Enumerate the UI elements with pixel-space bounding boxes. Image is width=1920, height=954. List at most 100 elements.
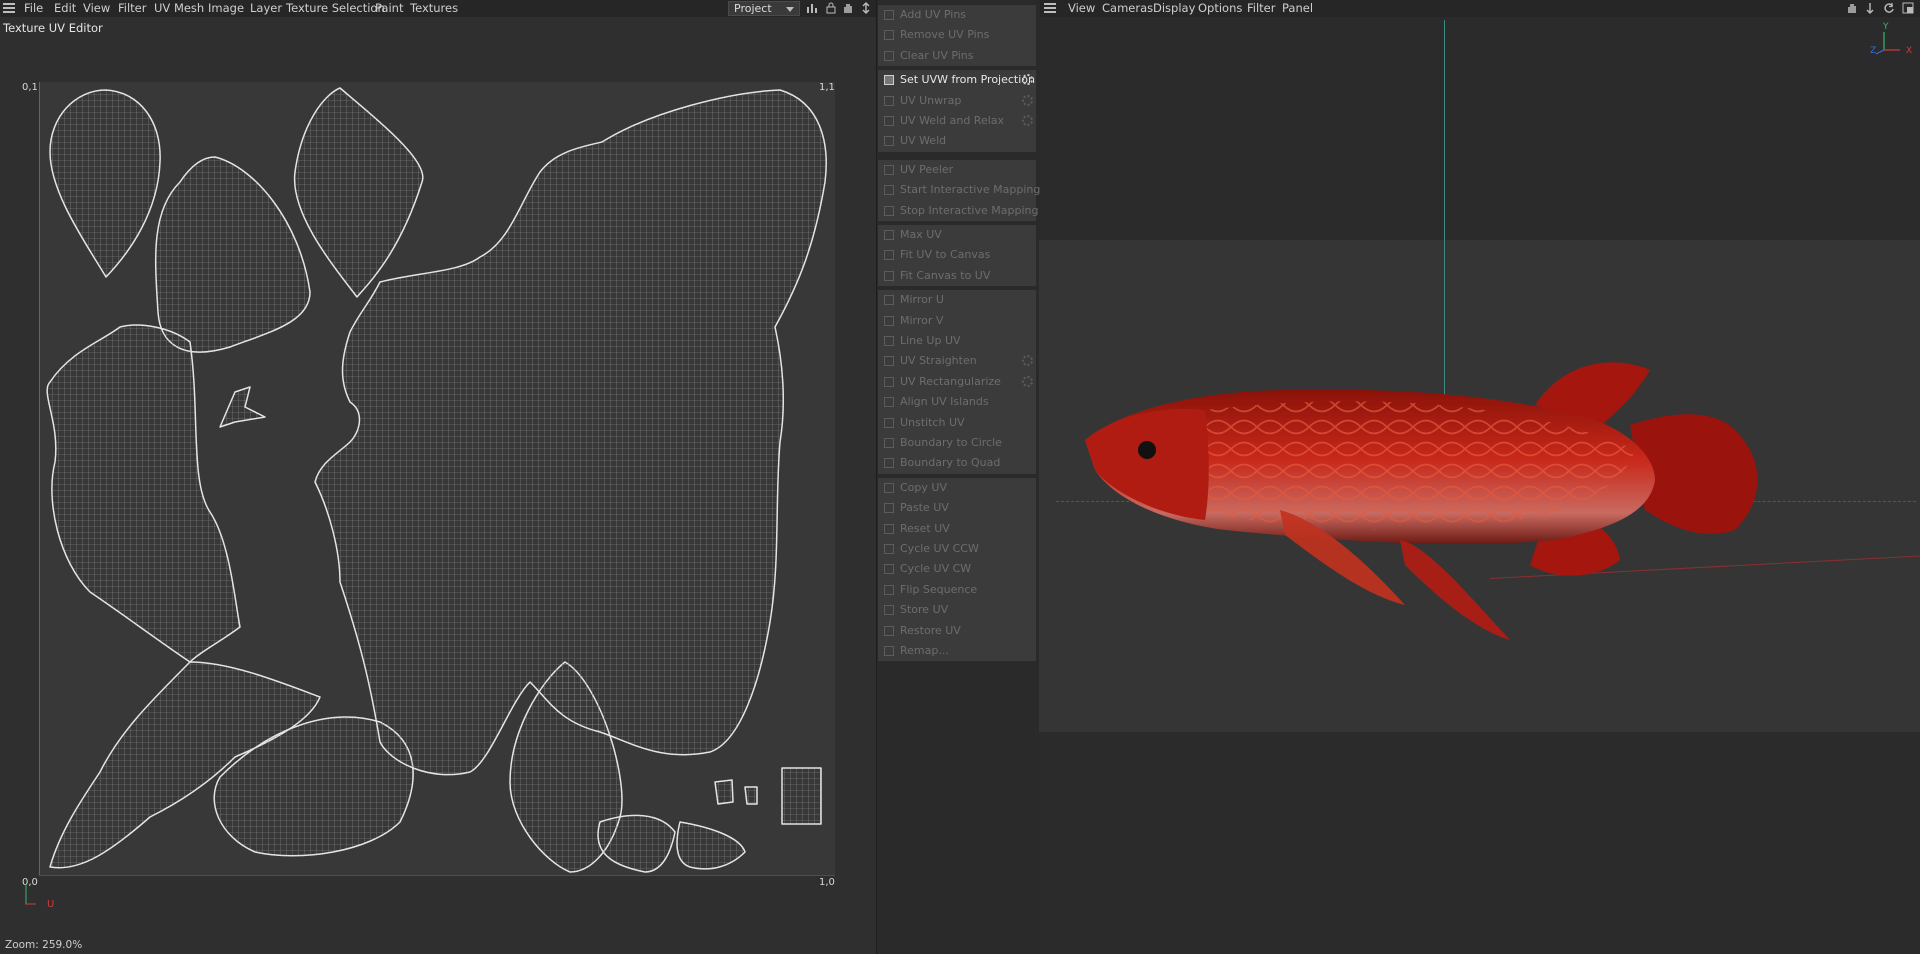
unstitch-uv-icon — [884, 417, 894, 428]
command-fit-uv-to-canvas[interactable]: Fit UV to Canvas — [878, 245, 1036, 265]
gear-icon[interactable] — [1022, 355, 1033, 367]
command-fit-canvas-to-uv[interactable]: Fit Canvas to UV — [878, 266, 1036, 286]
pan-hand-icon[interactable] — [842, 2, 854, 14]
fit-canvas-to-uv-icon — [884, 270, 894, 281]
menu-cameras[interactable]: Cameras — [1102, 1, 1153, 15]
menu-filter[interactable]: Filter — [118, 1, 146, 15]
command-label: Clear UV Pins — [900, 48, 974, 62]
command-reset-uv[interactable]: Reset UV — [878, 519, 1036, 539]
menu-paint[interactable]: Paint — [375, 1, 403, 15]
command-mirror-v[interactable]: Mirror V — [878, 311, 1036, 331]
command-label: UV Straighten — [900, 354, 977, 368]
command-paste-uv[interactable]: Paste UV — [878, 498, 1036, 518]
clear-uv-pins-icon — [884, 50, 894, 61]
gear-icon[interactable] — [1022, 94, 1033, 106]
command-add-uv-pins[interactable]: Add UV Pins — [878, 5, 1036, 25]
histogram-icon[interactable] — [806, 2, 818, 14]
command-boundary-to-quad[interactable]: Boundary to Quad — [878, 453, 1036, 473]
command-align-uv-islands[interactable]: Align UV Islands — [878, 392, 1036, 412]
command-unstitch-uv[interactable]: Unstitch UV — [878, 413, 1036, 433]
fit-uv-to-canvas-icon — [884, 250, 894, 261]
paste-uv-icon — [884, 503, 894, 514]
command-uv-weld-and-relax[interactable]: UV Weld and Relax — [878, 111, 1036, 131]
uv-island[interactable] — [46, 324, 241, 663]
gear-icon[interactable] — [1022, 114, 1033, 126]
command-store-uv[interactable]: Store UV — [878, 600, 1036, 620]
command-cycle-uv-ccw[interactable]: Cycle UV CCW — [878, 539, 1036, 559]
command-remap[interactable]: Remap... — [878, 641, 1036, 661]
command-flip-sequence[interactable]: Flip Sequence — [878, 580, 1036, 600]
menu-image[interactable]: Image — [208, 1, 244, 15]
command-uv-unwrap[interactable]: UV Unwrap — [878, 91, 1036, 111]
command-line-up-uv[interactable]: Line Up UV — [878, 331, 1036, 351]
command-start-interactive-mapping[interactable]: Start Interactive Mapping — [878, 180, 1040, 200]
command-uv-weld[interactable]: UV Weld — [878, 131, 1036, 151]
command-restore-uv[interactable]: Restore UV — [878, 621, 1036, 641]
command-group: Add UV Pins Remove UV Pins Clear UV Pins — [878, 5, 1036, 67]
zoom-arrows-icon[interactable] — [860, 2, 872, 14]
menu-texture-selection[interactable]: Texture Selection — [286, 1, 385, 15]
command-copy-uv[interactable]: Copy UV — [878, 478, 1036, 498]
uv-editor-title: Texture UV Editor — [3, 21, 103, 35]
gear-icon[interactable] — [1022, 375, 1033, 387]
maximize-panel-icon[interactable] — [1902, 2, 1914, 14]
menu-uv-mesh[interactable]: UV Mesh — [154, 1, 204, 15]
uv-islands[interactable] — [40, 82, 835, 875]
uv-island[interactable] — [781, 767, 822, 825]
fish-eye — [1138, 441, 1156, 459]
line-up-uv-icon — [884, 335, 894, 346]
command-stop-interactive-mapping[interactable]: Stop Interactive Mapping — [878, 201, 1038, 221]
menu-icon[interactable] — [3, 3, 15, 13]
command-mirror-u[interactable]: Mirror U — [878, 290, 1036, 310]
command-label: Boundary to Circle — [900, 435, 1002, 449]
command-group: Set UVW from Projection UV Unwrap UV Weld … — [878, 70, 1036, 152]
fish-model[interactable] — [1075, 350, 1780, 650]
menu-edit[interactable]: Edit — [54, 1, 76, 15]
uv-island[interactable] — [49, 89, 161, 278]
menu-options[interactable]: Options — [1198, 1, 1242, 15]
chevron-down-icon — [786, 7, 794, 12]
gizmo-x-label: X — [1906, 46, 1913, 56]
command-label: Unstitch UV — [900, 415, 965, 429]
menu-display[interactable]: Display — [1153, 1, 1195, 15]
max-uv-icon — [884, 230, 894, 240]
command-label: Fit Canvas to UV — [900, 268, 991, 282]
command-label: Fit UV to Canvas — [900, 248, 991, 262]
cycle-uv-cw-icon — [884, 564, 894, 575]
uv-island[interactable] — [154, 156, 311, 353]
pan-hand-icon[interactable] — [1846, 2, 1858, 14]
command-uv-rectangularize[interactable]: UV Rectangularize — [878, 372, 1036, 392]
command-label: UV Rectangularize — [900, 374, 1001, 388]
command-group: Max UV Fit UV to Canvas Fit Canvas to UV — [878, 225, 1036, 287]
command-max-uv[interactable]: Max UV — [878, 225, 1036, 245]
menu-filter[interactable]: Filter — [1247, 1, 1275, 15]
uv-island[interactable] — [597, 814, 676, 873]
zoom-arrows-icon[interactable] — [1864, 2, 1876, 14]
command-set-uvw-from-projection[interactable]: Set UVW from Projection — [878, 70, 1036, 90]
menu-view[interactable]: View — [83, 1, 110, 15]
uv-island[interactable] — [744, 786, 758, 805]
lock-icon[interactable] — [825, 2, 837, 14]
command-boundary-to-circle[interactable]: Boundary to Circle — [878, 433, 1036, 453]
menu-layer[interactable]: Layer — [250, 1, 282, 15]
command-cycle-uv-cw[interactable]: Cycle UV CW — [878, 559, 1036, 579]
uv-island[interactable] — [676, 821, 746, 870]
menu-textures[interactable]: Textures — [410, 1, 458, 15]
project-select-value: Project — [734, 2, 772, 15]
command-uv-straighten[interactable]: UV Straighten — [878, 351, 1036, 371]
mirror-v-icon — [884, 315, 894, 326]
rotate-icon[interactable] — [1883, 2, 1895, 14]
command-remove-uv-pins[interactable]: Remove UV Pins — [878, 25, 1036, 45]
uv-island[interactable] — [293, 87, 424, 298]
uv-corner-label-top-left: 0,1 — [22, 82, 38, 93]
command-label: Store UV — [900, 603, 949, 617]
uv-island[interactable] — [714, 779, 734, 805]
menu-icon[interactable] — [1044, 3, 1056, 13]
command-uv-peeler[interactable]: UV Peeler — [878, 160, 1036, 180]
menu-file[interactable]: File — [24, 1, 43, 15]
uv-island[interactable] — [219, 386, 266, 428]
menu-view[interactable]: View — [1068, 1, 1095, 15]
menu-panel[interactable]: Panel — [1282, 1, 1313, 15]
command-clear-uv-pins[interactable]: Clear UV Pins — [878, 46, 1036, 66]
project-select[interactable]: Project — [728, 1, 800, 16]
